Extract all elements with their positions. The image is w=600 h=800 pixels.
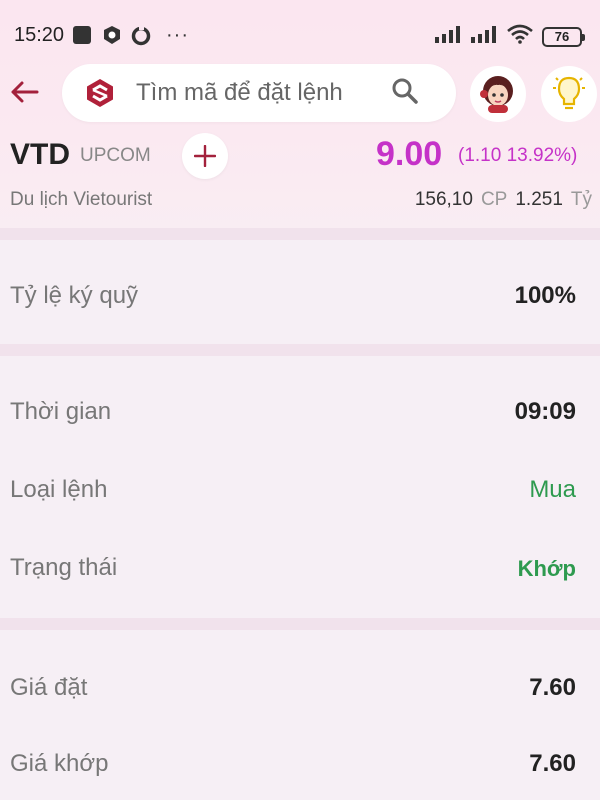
status-time: 15:20 xyxy=(14,24,65,46)
tips-button[interactable] xyxy=(541,66,597,122)
sync-app-icon xyxy=(130,25,152,52)
time-label: Thời gian xyxy=(10,398,112,425)
trade-value: 1.251 xyxy=(515,189,563,210)
time-value: 09:09 xyxy=(514,398,576,425)
margin-label: Tỷ lệ ký quỹ xyxy=(10,282,139,309)
section-divider xyxy=(0,228,600,240)
search-input[interactable] xyxy=(136,79,386,107)
price-section: Giá đặt 7.60 Giá khớp 7.60 xyxy=(0,630,600,800)
cell-signal-icon xyxy=(434,25,462,48)
back-button[interactable] xyxy=(6,74,42,110)
order-type-value: Mua xyxy=(529,476,576,503)
stock-exchange: UPCOM xyxy=(80,145,151,166)
back-arrow-icon xyxy=(11,81,39,103)
stock-ticker: VTD xyxy=(10,138,70,171)
battery-icon: 76 xyxy=(542,26,585,47)
order-price-label: Giá đặt xyxy=(10,674,88,701)
status-value: Khớp xyxy=(517,556,576,581)
lightbulb-icon xyxy=(553,76,585,110)
status-label: Trạng thái xyxy=(10,554,118,581)
status-bar: 15:20 ··· 76 xyxy=(0,0,600,70)
more-dots: ··· xyxy=(166,24,189,46)
order-info-section: Thời gian 09:09 Loại lệnh Mua Trạng thái… xyxy=(0,356,600,618)
plus-icon xyxy=(194,145,216,167)
time-row: Thời gian 09:09 xyxy=(0,392,600,432)
stock-change: (1.10 13.92%) xyxy=(458,145,578,166)
matched-price-row: Giá khớp 7.60 xyxy=(0,744,600,784)
trade-summary: 156,10 CP 1.251 Tỷ xyxy=(415,189,592,211)
assistant-avatar-button[interactable] xyxy=(470,66,526,122)
matched-price-label: Giá khớp xyxy=(10,750,109,777)
trade-value-unit: Tỷ xyxy=(570,189,592,210)
cell-signal-icon xyxy=(470,25,498,48)
wifi-icon xyxy=(506,24,534,49)
company-name: Du lịch Vietourist xyxy=(10,189,153,210)
stock-price: 9.00 xyxy=(376,135,443,173)
margin-section: Tỷ lệ ký quỹ 100% xyxy=(0,240,600,344)
section-divider xyxy=(0,618,600,630)
order-price-value: 7.60 xyxy=(529,674,576,701)
section-divider xyxy=(0,344,600,356)
shield-app-icon xyxy=(102,25,122,50)
trade-volume: 156,10 xyxy=(414,189,473,210)
order-type-row: Loại lệnh Mua xyxy=(0,470,600,510)
square-icon xyxy=(72,25,92,50)
assistant-avatar-icon xyxy=(480,76,513,113)
margin-value: 100% xyxy=(514,282,576,309)
status-row: Trạng thái Khớp xyxy=(0,548,600,588)
matched-price-value: 7.60 xyxy=(529,750,576,777)
order-type-label: Loại lệnh xyxy=(10,476,108,503)
search-icon[interactable] xyxy=(390,76,420,111)
margin-row: Tỷ lệ ký quỹ 100% xyxy=(0,276,600,316)
order-price-row: Giá đặt 7.60 xyxy=(0,668,600,708)
add-watchlist-button[interactable] xyxy=(182,133,228,179)
search-bar[interactable] xyxy=(62,64,456,122)
brand-logo-icon xyxy=(84,77,116,109)
trade-volume-unit: CP xyxy=(480,189,508,210)
